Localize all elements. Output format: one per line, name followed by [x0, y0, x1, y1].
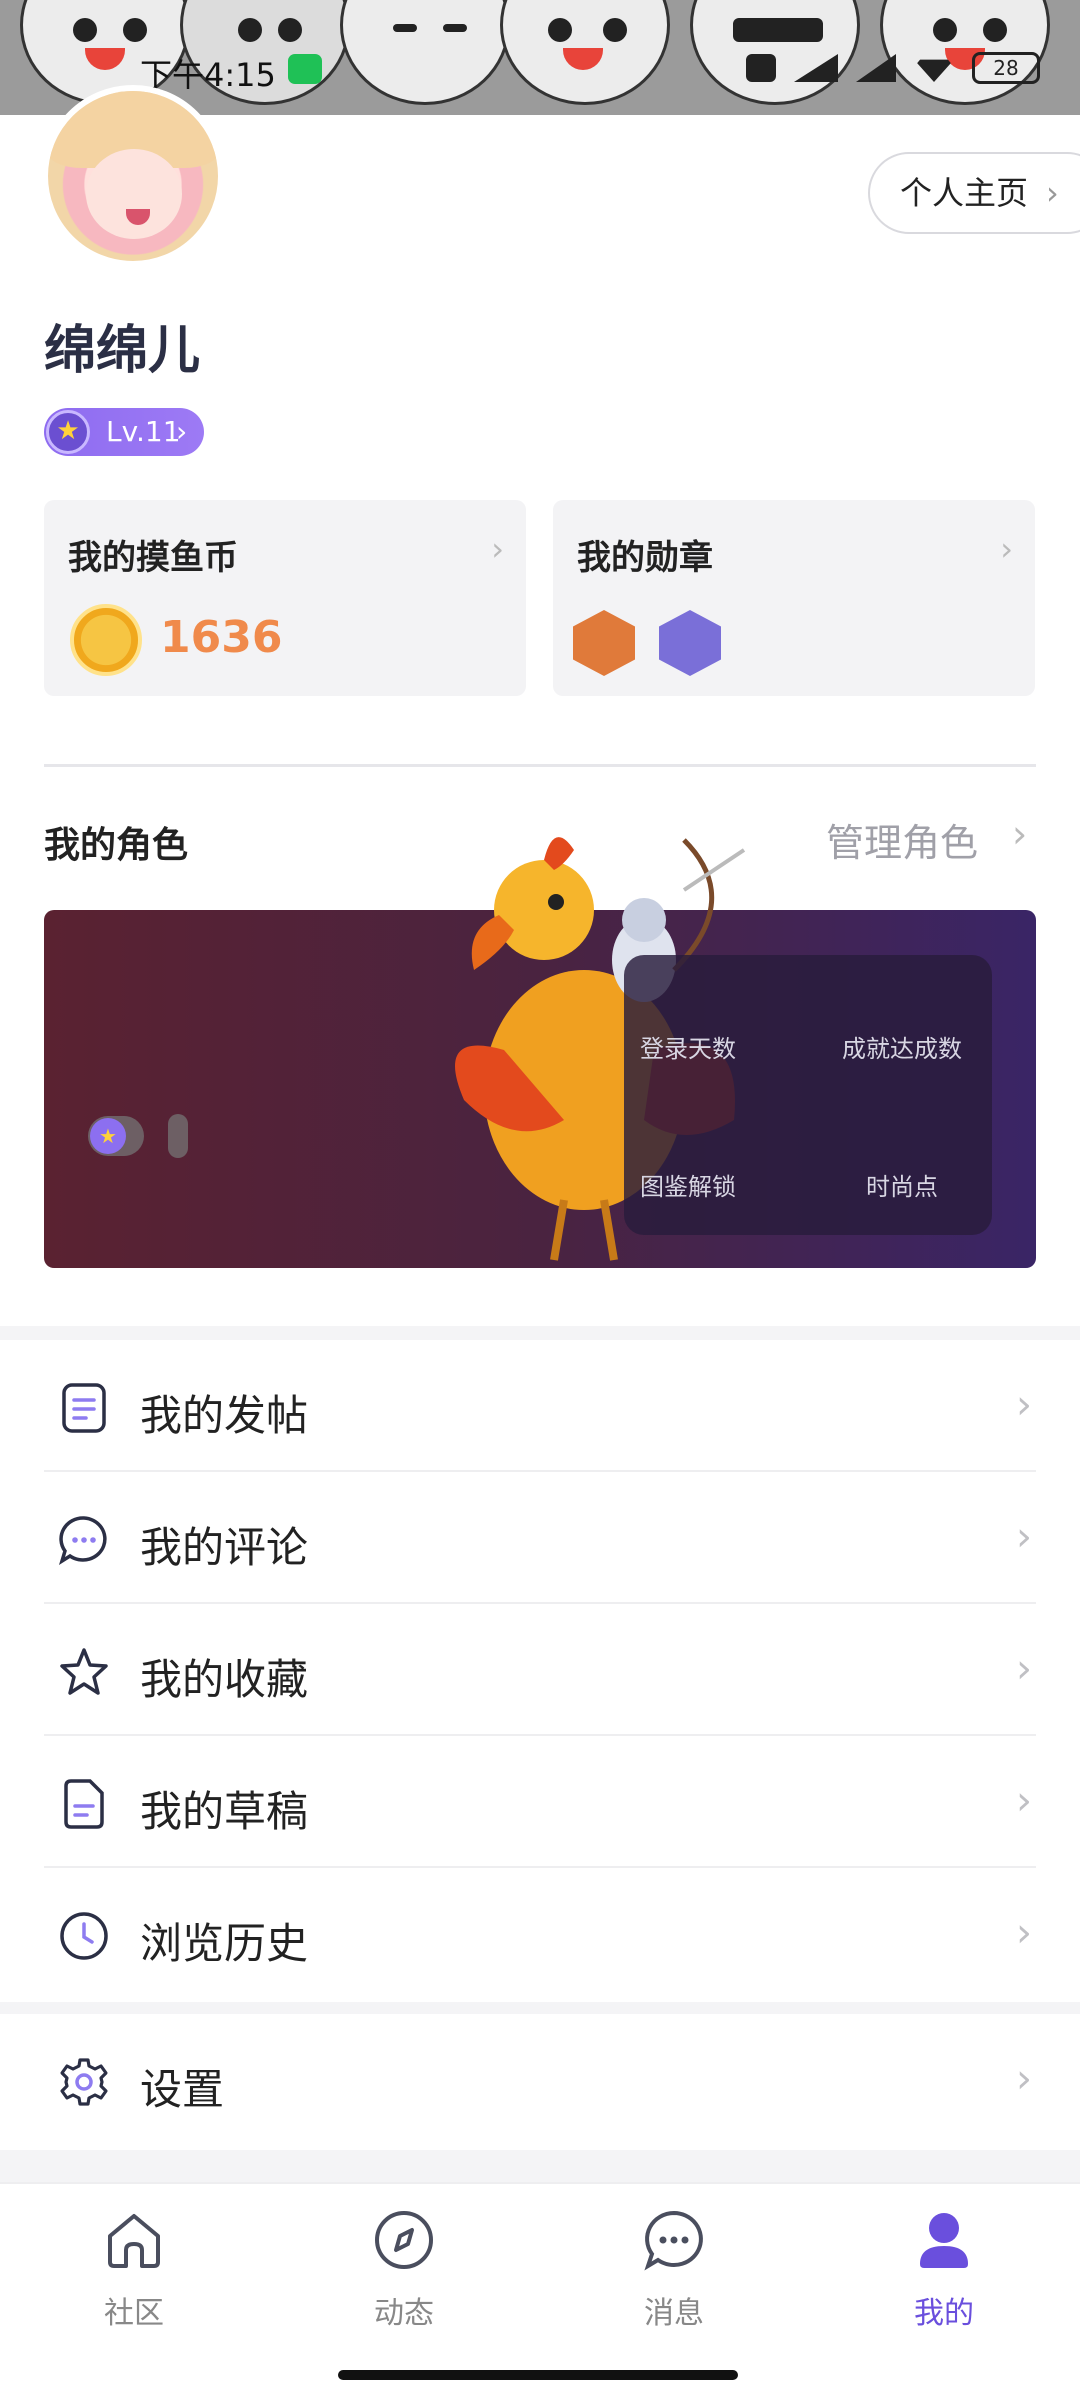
- system-icons: 28: [746, 52, 1040, 84]
- chevron-right-icon: ›: [491, 530, 504, 568]
- bottom-tab-bar: 社区 动态 消息 我的: [0, 2182, 1080, 2400]
- message-icon: [644, 2210, 703, 2271]
- menu-item-label: 浏览历史: [140, 1919, 309, 1968]
- battery-icon: 28: [972, 52, 1040, 84]
- comment-icon: [58, 1516, 107, 1565]
- manage-roles-link[interactable]: 管理角色: [826, 812, 978, 867]
- star-icon: [60, 1648, 108, 1695]
- tab-label: 消息: [644, 2296, 704, 2331]
- home-icon: [108, 2214, 160, 2268]
- section-gap: [0, 2002, 1080, 2014]
- chevron-right-icon: ›: [1016, 1910, 1032, 1956]
- menu-item-label: 我的草稿: [140, 1787, 309, 1836]
- menu-item-settings[interactable]: 设置 ›: [44, 2014, 1036, 2146]
- chevron-right-icon: ›: [1016, 1382, 1032, 1428]
- gear-icon: [60, 2058, 108, 2106]
- profile-icon: [920, 2213, 968, 2268]
- menu-item-label: 我的收藏: [140, 1655, 309, 1704]
- tab-feed[interactable]: 动态: [314, 2208, 494, 2338]
- tab-label: 动态: [374, 2296, 434, 2331]
- coin-balance: 1636: [160, 612, 283, 663]
- tab-mine[interactable]: 我的: [854, 2208, 1034, 2338]
- medals-card-title: 我的勋章: [577, 538, 713, 578]
- chevron-right-icon: ›: [1012, 812, 1028, 856]
- menu-item-my-drafts[interactable]: 我的草稿 ›: [44, 1736, 1036, 1868]
- medal-bronze-icon: [573, 610, 635, 676]
- document-icon: [62, 1383, 106, 1433]
- role-page-indicator: [168, 1114, 188, 1158]
- home-indicator[interactable]: [338, 2370, 738, 2380]
- chevron-right-icon: ›: [1016, 2056, 1032, 2102]
- personal-homepage-button[interactable]: 个人主页 ›: [868, 152, 1080, 234]
- menu-item-label: 我的评论: [140, 1523, 309, 1572]
- codex-unlock-label: 图鉴解锁: [640, 1173, 736, 1201]
- wifi-icon: [914, 59, 954, 82]
- signal-icon: [794, 54, 838, 82]
- role-switch-toggle[interactable]: ★: [88, 1116, 144, 1156]
- chevron-right-icon: ›: [1046, 174, 1059, 212]
- compass-icon: [375, 2211, 433, 2269]
- coins-card[interactable]: 我的摸鱼币 › 1636: [44, 500, 526, 696]
- role-card[interactable]: 登录天数 成就达成数 图鉴解锁 时尚点 ★: [44, 837, 1036, 1268]
- menu-item-my-posts[interactable]: 我的发帖 ›: [44, 1340, 1036, 1472]
- tab-community[interactable]: 社区: [44, 2208, 224, 2338]
- menu-item-browse-history[interactable]: 浏览历史 ›: [44, 1868, 1036, 2000]
- username: 绵绵儿: [44, 321, 201, 381]
- fish-coin-icon: [70, 604, 142, 676]
- login-days-label: 登录天数: [640, 1035, 736, 1063]
- chevron-right-icon: ›: [1016, 1514, 1032, 1560]
- section-gap: [0, 1326, 1080, 1340]
- signal-icon-2: [856, 54, 896, 82]
- draft-icon: [64, 1779, 104, 1829]
- star-icon: ★: [46, 410, 90, 454]
- wechat-notification-icon: [288, 54, 322, 84]
- personal-homepage-label: 个人主页: [900, 174, 1029, 212]
- menu-item-my-favorites[interactable]: 我的收藏 ›: [44, 1604, 1036, 1736]
- fashion-points-label: 时尚点: [866, 1173, 938, 1201]
- avatar[interactable]: [42, 85, 224, 267]
- level-label: Lv.11: [106, 415, 181, 448]
- achievements-label: 成就达成数: [842, 1035, 962, 1063]
- coins-card-title: 我的摸鱼币: [68, 538, 238, 578]
- star-icon: ★: [90, 1118, 126, 1154]
- chevron-right-icon: ›: [1016, 1646, 1032, 1692]
- medal-purple-icon: [659, 610, 721, 676]
- chevron-right-icon: ›: [176, 415, 188, 448]
- role-stats-panel: 登录天数 成就达成数 图鉴解锁 时尚点: [624, 955, 992, 1235]
- section-gap: [0, 2150, 1080, 2182]
- tab-label: 社区: [104, 2296, 164, 2331]
- chevron-right-icon: ›: [1000, 530, 1013, 568]
- tab-messages[interactable]: 消息: [584, 2208, 764, 2338]
- divider: [44, 764, 1036, 767]
- medals-card[interactable]: 我的勋章 ›: [553, 500, 1035, 696]
- settings-label: 设置: [140, 2065, 225, 2114]
- menu-item-my-comments[interactable]: 我的评论 ›: [44, 1472, 1036, 1604]
- menu-item-label: 我的发帖: [140, 1391, 309, 1440]
- my-roles-title: 我的角色: [44, 825, 189, 866]
- mute-icon: [746, 54, 776, 82]
- tab-label: 我的: [914, 2296, 974, 2331]
- chevron-right-icon: ›: [1016, 1778, 1032, 1824]
- level-badge[interactable]: ★ Lv.11 ›: [44, 408, 204, 456]
- clock-icon: [60, 1912, 108, 1960]
